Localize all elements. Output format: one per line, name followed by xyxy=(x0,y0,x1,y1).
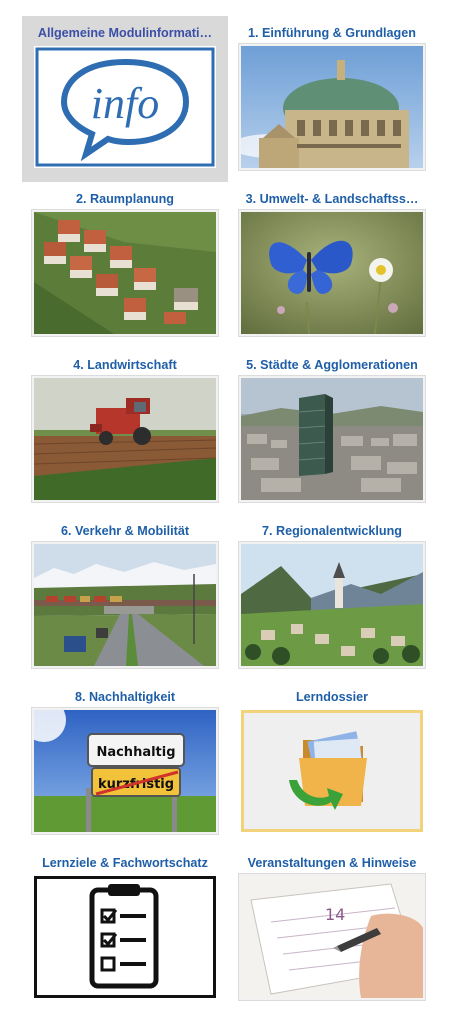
alpine-village-icon xyxy=(241,544,423,666)
tile-title: Veranstaltungen & Hinweise xyxy=(247,856,417,870)
tile-sustainability[interactable]: 8. Nachhaltigkeit Nachhaltig kurzfristig xyxy=(22,680,228,846)
tile-title: 6. Verkehr & Mobilität xyxy=(60,524,190,538)
calendar-day-text: 14 xyxy=(325,905,345,924)
tile-title: Lernziele & Fachwortschatz xyxy=(42,856,208,870)
tile-title: 7. Regionalentwicklung xyxy=(262,524,402,538)
tile-title: 4. Landwirtschaft xyxy=(73,358,177,372)
info-text: info xyxy=(91,79,159,128)
tile-title: 1. Einführung & Grundlagen xyxy=(248,26,416,40)
tile-traffic[interactable]: 6. Verkehr & Mobilität xyxy=(22,514,228,680)
harvester-field-icon xyxy=(34,378,216,500)
tile-title: 5. Städte & Agglomerationen xyxy=(246,358,418,372)
highway-train-icon xyxy=(34,544,216,666)
tile-title: Lerndossier xyxy=(295,690,369,704)
tile-events[interactable]: Veranstaltungen & Hinweise 14 xyxy=(229,846,435,1012)
parliament-building-icon xyxy=(241,46,423,168)
tile-title: 3. Umwelt- & Landschaftss… xyxy=(245,192,419,206)
info-speech-bubble-icon: info xyxy=(34,46,216,168)
tile-spatial-planning[interactable]: 2. Raumplanung xyxy=(22,182,228,348)
tile-regional-development[interactable]: 7. Regionalentwicklung xyxy=(229,514,435,680)
city-tower-icon xyxy=(241,378,423,500)
tile-learning-goals[interactable]: Lernziele & Fachwortschatz xyxy=(22,846,228,1012)
tile-title: 8. Nachhaltigkeit xyxy=(74,690,176,704)
tile-learning-dossier[interactable]: Lerndossier xyxy=(229,680,435,846)
tile-module-info[interactable]: Allgemeine Modulinformati… info xyxy=(22,16,228,182)
aerial-houses-icon xyxy=(34,212,216,334)
calendar-pen-icon: 14 xyxy=(241,876,423,998)
blue-butterfly-icon xyxy=(241,212,423,334)
tile-title: 2. Raumplanung xyxy=(76,192,174,206)
folder-icon xyxy=(241,710,423,832)
road-sign-icon: Nachhaltig kurzfristig xyxy=(34,710,216,832)
checklist-clipboard-icon xyxy=(34,876,216,998)
tile-title: Allgemeine Modulinformati… xyxy=(37,26,213,40)
tile-cities[interactable]: 5. Städte & Agglomerationen xyxy=(229,348,435,514)
tile-environment[interactable]: 3. Umwelt- & Landschaftss… xyxy=(229,182,435,348)
tile-agriculture[interactable]: 4. Landwirtschaft xyxy=(22,348,228,514)
tile-introduction[interactable]: 1. Einführung & Grundlagen xyxy=(229,16,435,182)
sign-top-text: Nachhaltig xyxy=(96,745,175,760)
